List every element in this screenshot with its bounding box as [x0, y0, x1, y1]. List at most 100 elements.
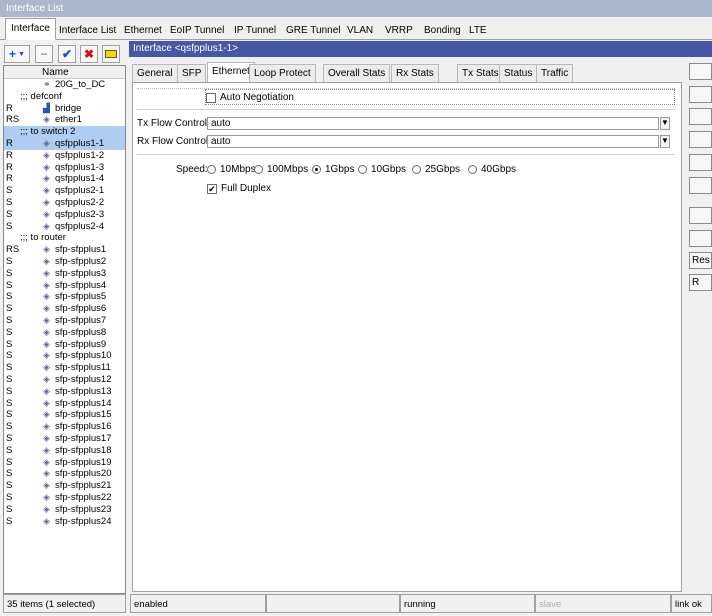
enable-button[interactable]: ✔: [58, 45, 76, 63]
dialog-side-button[interactable]: [689, 86, 712, 103]
interface-dialog: General SFP Ethernet Loop Protect Overall St…: [129, 57, 712, 594]
tab-eoip-tunnel[interactable]: EoIP Tunnel: [164, 20, 230, 40]
speed-radio-10mbps[interactable]: [207, 165, 216, 174]
auto-negotiation-row[interactable]: Auto Negotiation: [205, 89, 675, 105]
table-row[interactable]: S ◈ sfp-sfpplus21: [4, 480, 125, 492]
table-row[interactable]: S ◈ sfp-sfpplus12: [4, 374, 125, 386]
row-name: ;;; to router: [20, 232, 66, 244]
list-group-header[interactable]: ;;; defconf: [4, 91, 125, 103]
tab-interface-list[interactable]: Interface List: [53, 20, 122, 40]
add-button[interactable]: + ▼: [4, 45, 30, 63]
dialog-tab-loop-protect[interactable]: Loop Protect: [249, 64, 316, 82]
ethernet-icon: ◈: [43, 492, 50, 502]
dialog-tab-sfp[interactable]: SFP: [177, 64, 207, 82]
table-row[interactable]: RS ◈ ether1: [4, 114, 125, 126]
dialog-side-button[interactable]: [689, 154, 712, 171]
dialog-tab-rx-stats[interactable]: Rx Stats: [391, 64, 439, 82]
row-flag: S: [6, 480, 13, 492]
dialog-side-button[interactable]: [689, 63, 712, 80]
table-row[interactable]: S ◈ sfp-sfpplus20: [4, 468, 125, 480]
dialog-side-button[interactable]: [689, 131, 712, 148]
speed-radio-10gbps[interactable]: [358, 165, 367, 174]
table-row[interactable]: R ◈ qsfpplus1-4: [4, 173, 125, 185]
table-row[interactable]: S ◈ sfp-sfpplus14: [4, 398, 125, 410]
full-duplex-checkbox[interactable]: ✔: [207, 184, 217, 194]
table-row[interactable]: S ◈ sfp-sfpplus3: [4, 268, 125, 280]
tx-flow-select[interactable]: auto: [207, 117, 659, 130]
dialog-side-button[interactable]: [689, 108, 712, 125]
dialog-tab-tx-stats[interactable]: Tx Stats: [457, 64, 504, 82]
remove-button[interactable]: −: [35, 45, 53, 63]
table-row[interactable]: S ◈ qsfpplus2-1: [4, 185, 125, 197]
table-row[interactable]: R ▟ bridge: [4, 103, 125, 115]
table-row[interactable]: S ◈ sfp-sfpplus22: [4, 492, 125, 504]
table-row[interactable]: S ◈ sfp-sfpplus11: [4, 362, 125, 374]
table-row[interactable]: S ◈ sfp-sfpplus15: [4, 409, 125, 421]
table-row[interactable]: S ◈ sfp-sfpplus23: [4, 504, 125, 516]
speed-radio-1gbps[interactable]: [312, 165, 321, 174]
ethernet-icon: ◈: [43, 468, 50, 479]
list-group-header[interactable]: ;;; to router: [4, 232, 125, 244]
tab-interface[interactable]: Interface: [5, 18, 56, 40]
speed-label-25gbps: 25Gbps: [425, 164, 461, 175]
dialog-tab-status[interactable]: Status: [499, 64, 538, 82]
dialog-side-button[interactable]: [689, 207, 712, 224]
column-name[interactable]: Name: [42, 67, 69, 78]
table-row[interactable]: R ◈ qsfpplus1-3: [4, 162, 125, 174]
tab-gre-tunnel[interactable]: GRE Tunnel: [280, 20, 346, 40]
table-row[interactable]: S ◈ sfp-sfpplus6: [4, 303, 125, 315]
row-flag: R: [6, 138, 13, 149]
table-row[interactable]: R ◈ qsfpplus1-2: [4, 150, 125, 162]
table-row[interactable]: S ◈ sfp-sfpplus5: [4, 291, 125, 303]
rx-flow-dropdown-icon[interactable]: ▼: [660, 135, 670, 148]
row-name: sfp-sfpplus14: [55, 397, 112, 409]
dialog-side-button[interactable]: [689, 177, 712, 194]
comment-button[interactable]: [102, 45, 120, 63]
tx-flow-dropdown-icon[interactable]: ▼: [660, 117, 670, 130]
tab-ethernet[interactable]: Ethernet: [118, 20, 168, 40]
dialog-side-button[interactable]: R: [689, 274, 712, 291]
speed-radio-25gbps[interactable]: [412, 165, 421, 174]
tab-vrrp[interactable]: VRRP: [379, 20, 419, 40]
ethernet-icon: ◈: [43, 326, 50, 337]
dialog-side-button[interactable]: [689, 230, 712, 247]
rx-flow-select[interactable]: auto: [207, 135, 659, 148]
disable-button[interactable]: ✖: [80, 45, 98, 63]
table-row[interactable]: S ◈ sfp-sfpplus19: [4, 457, 125, 469]
dialog-side-button[interactable]: Res: [689, 252, 712, 269]
table-row[interactable]: RS ◈ sfp-sfpplus1: [4, 244, 125, 256]
auto-negotiation-checkbox[interactable]: [206, 93, 216, 103]
row-name: sfp-sfpplus3: [55, 267, 107, 279]
dialog-tab-overall-stats[interactable]: Overall Stats: [323, 64, 391, 82]
table-row[interactable]: S ◈ sfp-sfpplus8: [4, 327, 125, 339]
list-group-header[interactable]: ;;; to switch 2: [4, 126, 125, 138]
table-row[interactable]: S ◈ sfp-sfpplus17: [4, 433, 125, 445]
row-flag: R: [6, 161, 13, 173]
table-row[interactable]: S ◈ sfp-sfpplus24: [4, 516, 125, 528]
row-name: sfp-sfpplus22: [55, 492, 112, 503]
table-row[interactable]: S ◈ qsfpplus2-3: [4, 209, 125, 221]
table-row[interactable]: S ◈ sfp-sfpplus4: [4, 280, 125, 292]
ethernet-icon: ◈: [43, 444, 50, 455]
table-row[interactable]: R ◈ qsfpplus1-1: [4, 138, 125, 150]
dialog-tab-ethernet[interactable]: Ethernet: [207, 62, 255, 82]
table-row[interactable]: S ◈ sfp-sfpplus7: [4, 315, 125, 327]
table-row[interactable]: S ◈ sfp-sfpplus9: [4, 339, 125, 351]
tab-bonding[interactable]: Bonding: [418, 20, 467, 40]
speed-radio-100mbps[interactable]: [254, 165, 263, 174]
tab-ip-tunnel[interactable]: IP Tunnel: [228, 20, 282, 40]
table-row[interactable]: S ◈ sfp-sfpplus13: [4, 386, 125, 398]
table-row[interactable]: S ◈ sfp-sfpplus16: [4, 421, 125, 433]
dialog-tab-traffic[interactable]: Traffic: [536, 64, 574, 82]
table-row[interactable]: S ◈ sfp-sfpplus2: [4, 256, 125, 268]
tab-vlan[interactable]: VLAN: [341, 20, 379, 40]
table-row[interactable]: S ◈ sfp-sfpplus10: [4, 350, 125, 362]
row-name: sfp-sfpplus1: [55, 244, 107, 256]
table-row[interactable]: S ◈ qsfpplus2-2: [4, 197, 125, 209]
table-row[interactable]: ⚭ 20G_to_DC: [4, 79, 125, 91]
dialog-tab-general[interactable]: General: [132, 64, 178, 82]
tab-lte[interactable]: LTE: [463, 20, 493, 40]
table-row[interactable]: S ◈ qsfpplus2-4: [4, 221, 125, 233]
table-row[interactable]: S ◈ sfp-sfpplus18: [4, 445, 125, 457]
speed-radio-40gbps[interactable]: [468, 165, 477, 174]
